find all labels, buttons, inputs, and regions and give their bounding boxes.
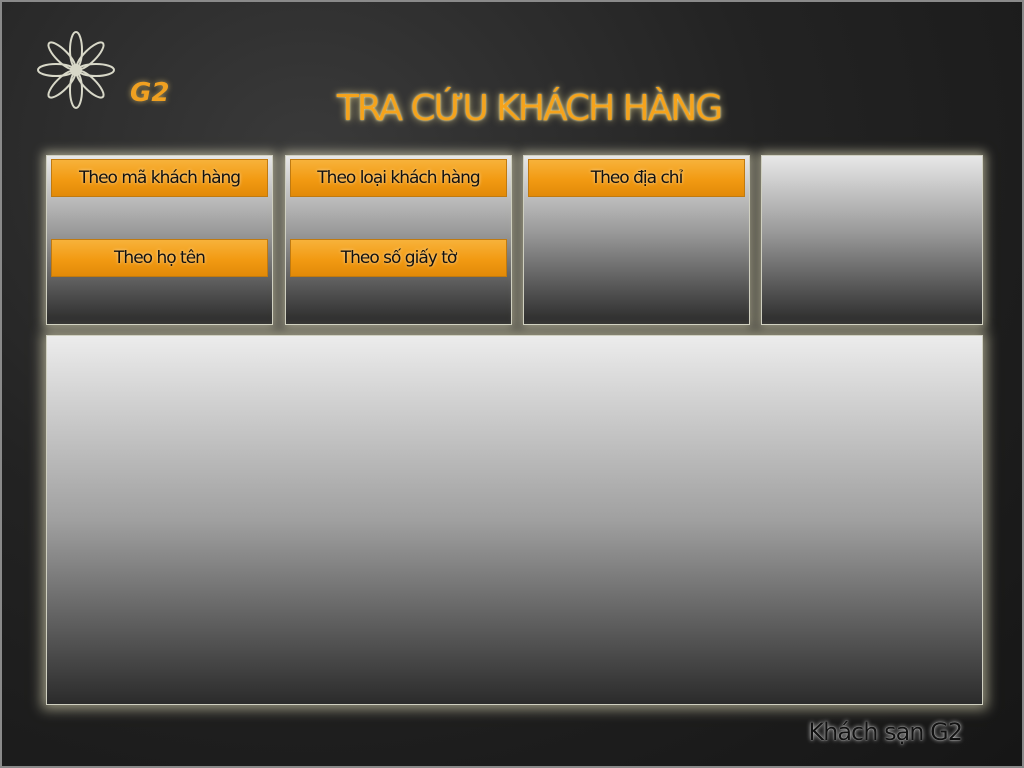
results-panel <box>46 335 983 705</box>
search-by-customer-type-button[interactable]: Theo loại khách hàng <box>290 159 507 197</box>
search-by-customer-id-button[interactable]: Theo mã khách hàng <box>51 159 268 197</box>
footer-hotel-name: Khách sạn G2 <box>808 718 963 746</box>
search-by-name-button[interactable]: Theo họ tên <box>51 239 268 277</box>
app-window: G2 TRA CỨU KHÁCH HÀNG Theo mã khách hàng… <box>0 0 1024 768</box>
search-by-address-button[interactable]: Theo địa chỉ <box>528 159 745 197</box>
search-panel-4 <box>761 155 983 325</box>
search-by-document-number-button[interactable]: Theo số giấy tờ <box>290 239 507 277</box>
page-title: TRA CỨU KHÁCH HÀNG <box>336 88 723 129</box>
